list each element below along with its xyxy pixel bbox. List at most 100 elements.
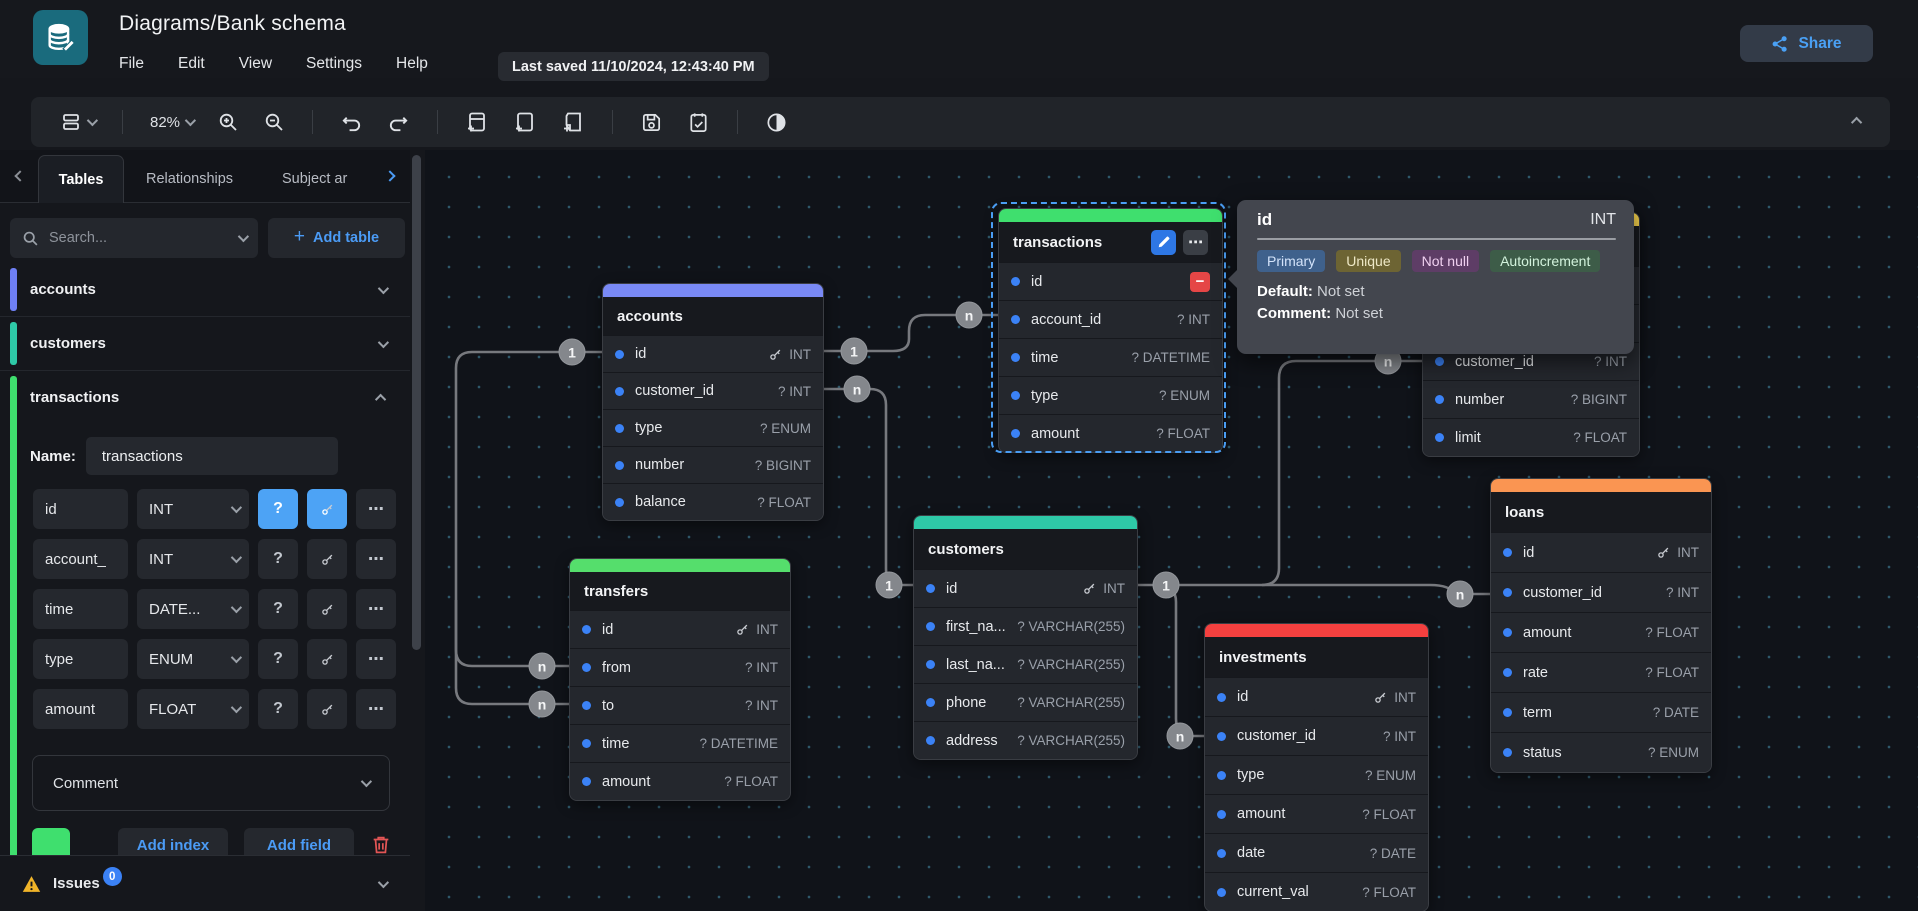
add-table-button[interactable]: + Add table xyxy=(268,218,405,258)
field-type-select[interactable]: DATE... xyxy=(137,589,249,629)
field-row[interactable]: account_id? INT xyxy=(999,300,1222,338)
field-name-input[interactable]: amount xyxy=(33,689,128,729)
field-name-input[interactable]: type xyxy=(33,639,128,679)
field-row[interactable]: last_na...? VARCHAR(255) xyxy=(914,645,1137,683)
nullable-toggle[interactable]: ? xyxy=(258,639,298,679)
sidebar-scrollbar[interactable] xyxy=(412,155,421,650)
field-type-select[interactable]: ENUM xyxy=(137,639,249,679)
field-row[interactable]: idINT xyxy=(1491,532,1711,572)
canvas-table-transactions[interactable]: transactions⋯id−account_id? INTtime? DAT… xyxy=(998,208,1223,453)
field-row[interactable]: address? VARCHAR(255) xyxy=(914,721,1137,759)
add-table-tool-button[interactable] xyxy=(460,106,494,138)
theme-toggle-button[interactable] xyxy=(760,107,793,138)
field-row[interactable]: status? ENUM xyxy=(1491,732,1711,772)
field-name-input[interactable]: time xyxy=(33,589,128,629)
canvas-table-investments[interactable]: investmentsidINTcustomer_id? INTtype? EN… xyxy=(1204,623,1429,911)
field-row[interactable]: amount? FLOAT xyxy=(999,414,1222,452)
field-row[interactable]: type? ENUM xyxy=(999,376,1222,414)
add-area-tool-button[interactable] xyxy=(508,106,542,138)
field-row[interactable]: amount? FLOAT xyxy=(570,762,790,800)
search-input[interactable]: Search... xyxy=(10,218,258,258)
menu-help[interactable]: Help xyxy=(396,55,428,73)
view-mode-button[interactable] xyxy=(55,107,100,137)
primary-key-toggle[interactable] xyxy=(307,689,347,729)
field-row[interactable]: idINT xyxy=(603,335,823,372)
chevron-down-icon[interactable] xyxy=(378,876,389,887)
field-options-button[interactable]: ⋯ xyxy=(356,489,396,529)
primary-key-toggle[interactable] xyxy=(307,589,347,629)
field-name-input[interactable]: id xyxy=(33,489,128,529)
field-type-select[interactable]: INT xyxy=(137,489,249,529)
sidebar-item-accounts[interactable]: accounts xyxy=(0,263,410,317)
undo-button[interactable] xyxy=(335,107,368,138)
field-options-button[interactable]: ⋯ xyxy=(356,689,396,729)
field-row[interactable]: id− xyxy=(999,262,1222,300)
field-row[interactable]: limit? FLOAT xyxy=(1423,418,1639,456)
field-row[interactable]: term? DATE xyxy=(1491,692,1711,732)
nullable-toggle[interactable]: ? xyxy=(258,589,298,629)
sidebar-item-transactions[interactable]: transactions Name: transactions idINT?⋯a… xyxy=(0,371,410,881)
add-note-tool-button[interactable] xyxy=(556,106,590,138)
field-name-input[interactable]: account_ xyxy=(33,539,128,579)
menu-settings[interactable]: Settings xyxy=(306,55,362,73)
delete-table-icon[interactable] xyxy=(370,834,392,856)
field-row[interactable]: number? BIGINT xyxy=(603,446,823,483)
canvas-table-loans[interactable]: loansidINTcustomer_id? INTamount? FLOATr… xyxy=(1490,478,1712,773)
edit-table-button[interactable] xyxy=(1151,230,1176,255)
field-row[interactable]: customer_id? INT xyxy=(603,372,823,409)
canvas-table-customers[interactable]: customersidINTfirst_na...? VARCHAR(255)l… xyxy=(913,515,1138,760)
field-type-select[interactable]: FLOAT xyxy=(137,689,249,729)
canvas-table-transfers[interactable]: transfersidINTfrom? INTto? INTtime? DATE… xyxy=(569,558,791,801)
field-row[interactable]: from? INT xyxy=(570,648,790,686)
chevron-down-icon[interactable] xyxy=(378,282,389,293)
table-name-input[interactable]: transactions xyxy=(86,437,338,475)
field-row[interactable]: first_na...? VARCHAR(255) xyxy=(914,607,1137,645)
field-row[interactable]: idINT xyxy=(570,610,790,648)
nullable-toggle[interactable]: ? xyxy=(258,489,298,529)
todo-button[interactable] xyxy=(682,107,715,138)
field-row[interactable]: type? ENUM xyxy=(1205,755,1428,794)
field-options-button[interactable]: ⋯ xyxy=(356,589,396,629)
canvas-table-accounts[interactable]: accountsidINTcustomer_id? INTtype? ENUMn… xyxy=(602,283,824,521)
field-row[interactable]: rate? FLOAT xyxy=(1491,652,1711,692)
field-row[interactable]: type? ENUM xyxy=(603,409,823,446)
field-row[interactable]: balance? FLOAT xyxy=(603,483,823,520)
comment-section[interactable]: Comment xyxy=(32,755,390,811)
toolbar-collapse-chevron[interactable] xyxy=(1851,117,1862,128)
zoom-out-button[interactable] xyxy=(258,107,290,137)
tabs-scroll-right-icon[interactable] xyxy=(384,170,395,181)
field-row[interactable]: current_val? FLOAT xyxy=(1205,872,1428,911)
field-row[interactable]: customer_id? INT xyxy=(1491,572,1711,612)
save-button[interactable] xyxy=(635,107,668,138)
tab-tables[interactable]: Tables xyxy=(38,155,124,203)
primary-key-toggle[interactable] xyxy=(307,539,347,579)
tab-subject-areas[interactable]: Subject ar xyxy=(268,155,380,203)
field-type-select[interactable]: INT xyxy=(137,539,249,579)
menu-view[interactable]: View xyxy=(239,55,272,73)
field-row[interactable]: to? INT xyxy=(570,686,790,724)
primary-key-toggle[interactable] xyxy=(307,639,347,679)
redo-button[interactable] xyxy=(382,107,415,138)
field-options-button[interactable]: ⋯ xyxy=(356,639,396,679)
field-row[interactable]: phone? VARCHAR(255) xyxy=(914,683,1137,721)
menu-file[interactable]: File xyxy=(119,55,144,73)
field-row[interactable]: time? DATETIME xyxy=(999,338,1222,376)
tab-relationships[interactable]: Relationships xyxy=(132,155,247,203)
chevron-down-icon[interactable] xyxy=(238,231,249,242)
field-row[interactable]: customer_id? INT xyxy=(1205,716,1428,755)
chevron-down-icon[interactable] xyxy=(378,336,389,347)
nullable-toggle[interactable]: ? xyxy=(258,539,298,579)
field-row[interactable]: date? DATE xyxy=(1205,833,1428,872)
field-row[interactable]: amount? FLOAT xyxy=(1205,794,1428,833)
nullable-toggle[interactable]: ? xyxy=(258,689,298,729)
field-row[interactable]: time? DATETIME xyxy=(570,724,790,762)
zoom-in-button[interactable] xyxy=(212,107,244,137)
app-logo[interactable] xyxy=(33,10,88,65)
primary-key-toggle[interactable] xyxy=(307,489,347,529)
sidebar-item-customers[interactable]: customers xyxy=(0,317,410,371)
field-row[interactable]: amount? FLOAT xyxy=(1491,612,1711,652)
field-row[interactable]: number? BIGINT xyxy=(1423,380,1639,418)
chevron-up-icon[interactable] xyxy=(375,393,386,404)
field-row[interactable]: idINT xyxy=(914,569,1137,607)
share-button[interactable]: Share xyxy=(1740,25,1873,62)
